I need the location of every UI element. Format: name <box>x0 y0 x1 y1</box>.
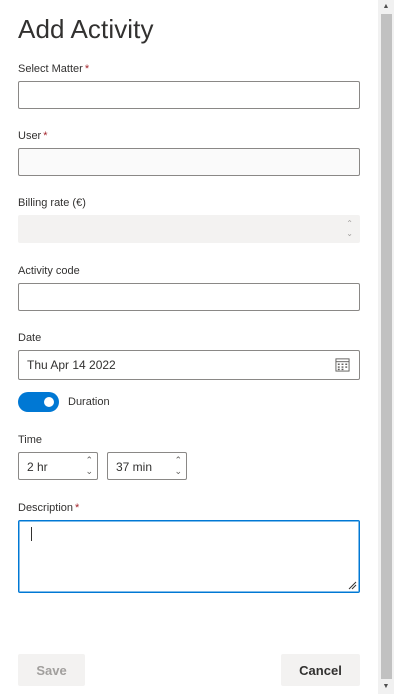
hours-spinner[interactable]: 2 hr ⌃ ⌄ <box>18 452 98 480</box>
minutes-spin-arrows[interactable]: ⌃ ⌄ <box>174 455 182 477</box>
billing-rate-input: ⌃ ⌄ <box>18 215 360 243</box>
toggle-knob <box>44 397 54 407</box>
cancel-button[interactable]: Cancel <box>281 654 360 686</box>
user-label-text: User <box>18 130 42 142</box>
chevron-down-icon[interactable]: ⌄ <box>174 466 182 477</box>
minutes-value: 37 min <box>116 460 153 474</box>
chevron-down-icon: ⌄ <box>346 229 353 238</box>
user-select[interactable] <box>18 148 360 176</box>
date-value: Thu Apr 14 2022 <box>27 358 116 372</box>
scroll-up-arrow-icon[interactable]: ▲ <box>381 2 391 12</box>
calendar-icon[interactable] <box>335 357 350 372</box>
duration-toggle-label: Duration <box>68 396 110 408</box>
description-textarea[interactable] <box>18 520 360 593</box>
hours-value: 2 hr <box>27 460 48 474</box>
resize-handle-icon[interactable] <box>347 580 357 590</box>
description-label: Description * <box>18 502 79 514</box>
billing-rate-spin-arrows: ⌃ ⌄ <box>346 219 353 239</box>
scroll-down-arrow-icon[interactable]: ▼ <box>381 682 391 692</box>
chevron-up-icon[interactable]: ⌃ <box>85 455 93 466</box>
time-label: Time <box>18 434 43 446</box>
page-title: Add Activity <box>18 14 154 44</box>
chevron-up-icon: ⌃ <box>346 219 353 228</box>
activity-code-label: Activity code <box>18 265 80 277</box>
duration-toggle[interactable] <box>18 392 59 412</box>
date-picker[interactable]: Thu Apr 14 2022 <box>18 350 360 380</box>
activity-code-input[interactable] <box>18 283 360 311</box>
add-activity-panel: Add Activity Select Matter * User * Billin… <box>0 0 378 694</box>
minutes-spinner[interactable]: 37 min ⌃ ⌄ <box>107 452 187 480</box>
required-mark: * <box>43 130 48 142</box>
save-button[interactable]: Save <box>18 654 85 686</box>
matter-label-text: Select Matter <box>18 63 83 75</box>
hours-spin-arrows[interactable]: ⌃ ⌄ <box>85 455 93 477</box>
chevron-down-icon[interactable]: ⌄ <box>85 466 93 477</box>
text-cursor <box>31 527 32 541</box>
required-mark: * <box>84 63 90 75</box>
vertical-scrollbar[interactable]: ▲ ▼ <box>378 0 394 694</box>
matter-select[interactable] <box>18 81 360 109</box>
chevron-up-icon[interactable]: ⌃ <box>174 455 182 466</box>
description-label-text: Description <box>18 502 74 514</box>
required-mark: * <box>75 502 80 514</box>
date-label: Date <box>18 332 42 344</box>
scrollbar-thumb[interactable] <box>381 14 392 679</box>
matter-label: Select Matter * <box>18 63 89 75</box>
user-label: User * <box>18 130 48 142</box>
billing-rate-label: Billing rate (€) <box>18 197 86 209</box>
